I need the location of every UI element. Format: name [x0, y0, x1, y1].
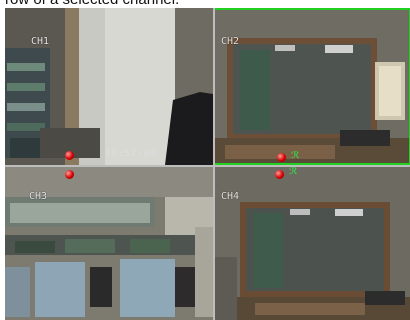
grid-divider-horizontal: [5, 165, 410, 167]
record-indicator-icon: [65, 170, 74, 179]
channel-tile-ch1[interactable]: CH1 15:52:00: [5, 8, 213, 165]
channel-label: CH3: [29, 191, 48, 202]
record-indicator-icon: [277, 153, 286, 162]
motion-indicator-icon: ℛ: [289, 167, 298, 177]
ch1-camera-feed: [5, 8, 213, 165]
record-indicator-icon: [275, 170, 284, 179]
channel-label: CH4: [221, 191, 240, 202]
motion-indicator-icon: ℛ: [291, 151, 300, 161]
grid-divider-vertical: [213, 8, 215, 320]
ch4-camera-feed: [215, 167, 410, 320]
channel-tile-ch4[interactable]: CH4: [215, 167, 410, 320]
ch2-camera-feed: [215, 10, 409, 163]
timestamp-overlay: 15:52:00: [105, 149, 157, 159]
channel-label: CH1: [31, 36, 50, 47]
channel-tile-ch3[interactable]: CH3: [5, 167, 213, 320]
ch3-camera-feed: [5, 167, 213, 320]
channel-label: CH2: [221, 36, 240, 47]
channel-tile-ch2[interactable]: CH2 ℛ: [213, 8, 410, 165]
camera-grid: CH1 15:52:00 CH2 ℛ CH3 CH4 ℛ: [5, 8, 410, 320]
record-indicator-icon: [65, 151, 74, 160]
